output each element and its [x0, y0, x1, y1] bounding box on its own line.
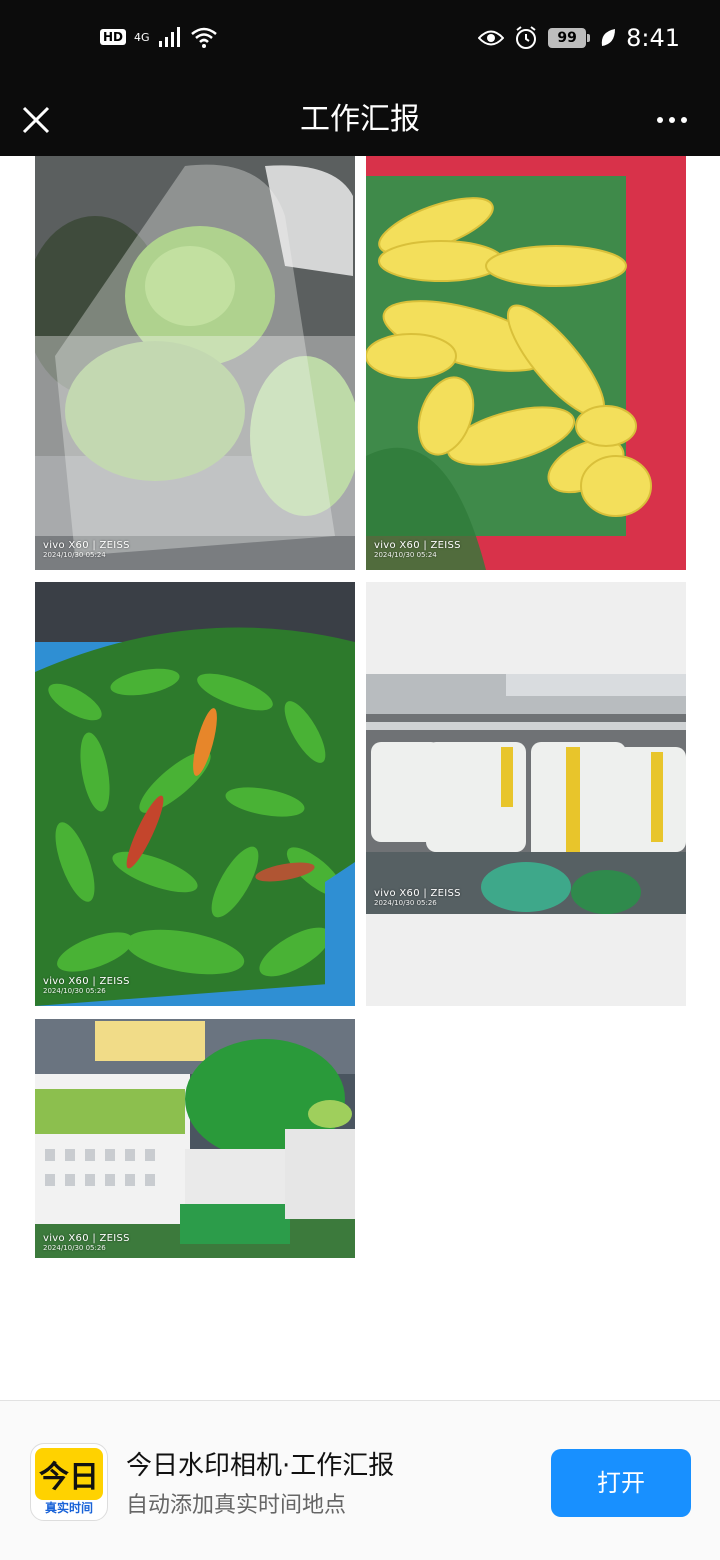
more-button[interactable]: [652, 94, 692, 146]
photo-fridge-vegetables[interactable]: vivo X60 | ZEISS 2024/10/30 05:26: [366, 582, 686, 1006]
page-title: 工作汇报: [300, 102, 420, 137]
app-icon-title: 今日: [35, 1448, 103, 1500]
photo-cabbage[interactable]: vivo X60 | ZEISS 2024/10/30 05:24: [35, 156, 355, 570]
more-dot-icon: [657, 117, 663, 123]
watermark-date: 2024/10/30 05:24: [43, 551, 106, 559]
watermark-model: vivo X60 | ZEISS: [43, 976, 130, 987]
clock-time: 8:41: [626, 24, 680, 52]
watermark-date: 2024/10/30 05:26: [374, 899, 437, 907]
more-dot-icon: [681, 117, 687, 123]
photo-watermark: vivo X60 | ZEISS 2024/10/30 05:24: [374, 540, 461, 559]
battery-level: 99: [548, 28, 587, 48]
watermark-model: vivo X60 | ZEISS: [43, 540, 130, 551]
more-dot-icon: [669, 117, 675, 123]
watermark-model: vivo X60 | ZEISS: [43, 1233, 130, 1244]
photo-watermark: vivo X60 | ZEISS 2024/10/30 05:26: [374, 888, 461, 907]
status-bar: HD 4G 99 8:41: [0, 0, 720, 84]
watermark-date: 2024/10/30 05:26: [43, 987, 106, 995]
photo-corn[interactable]: vivo X60 | ZEISS 2024/10/30 05:24: [366, 156, 686, 570]
photo-watermark: vivo X60 | ZEISS 2024/10/30 05:26: [43, 1233, 130, 1252]
watermark-date: 2024/10/30 05:24: [374, 551, 437, 559]
vegetable-crates-photo-image: [35, 1019, 355, 1258]
watermark-model: vivo X60 | ZEISS: [374, 540, 461, 551]
green-peppers-photo-image: [35, 582, 355, 1006]
eye-icon: [478, 30, 505, 46]
battery-tip: [587, 34, 591, 42]
status-left: HD 4G: [100, 26, 218, 48]
wifi-icon: [190, 27, 217, 48]
hd-badge: HD: [100, 29, 127, 45]
corn-photo-image: [366, 156, 686, 570]
photo-watermark: vivo X60 | ZEISS 2024/10/30 05:26: [43, 976, 130, 995]
app-icon-subtitle: 真实时间: [44, 1501, 93, 1515]
photo-vegetable-crates[interactable]: vivo X60 | ZEISS 2024/10/30 05:26: [35, 1019, 355, 1258]
app-promo-banner: 今日 真实时间 今日水印相机·工作汇报 自动添加真实时间地点 打开: [0, 1400, 720, 1560]
network-type: 4G: [134, 30, 150, 44]
fridge-vegetables-photo-image: [366, 674, 686, 914]
open-app-button[interactable]: 打开: [551, 1449, 691, 1517]
photo-watermark: vivo X60 | ZEISS 2024/10/30 05:24: [43, 540, 130, 559]
app-icon[interactable]: 今日 真实时间: [30, 1443, 108, 1521]
battery-indicator: 99: [548, 28, 591, 48]
app-description: 自动添加真实时间地点: [126, 1493, 347, 1518]
watermark-date: 2024/10/30 05:26: [43, 1244, 106, 1252]
cabbage-photo-image: [35, 156, 355, 570]
nav-bar: 工作汇报: [0, 84, 720, 156]
watermark-model: vivo X60 | ZEISS: [374, 888, 461, 899]
app-name: 今日水印相机·工作汇报: [126, 1451, 395, 1481]
leaf-icon: [601, 29, 616, 46]
photo-green-peppers[interactable]: vivo X60 | ZEISS 2024/10/30 05:26: [35, 582, 355, 1006]
alarm-icon: [516, 26, 537, 49]
signal-icon: [158, 27, 180, 47]
status-right: 99 8:41: [478, 24, 680, 52]
